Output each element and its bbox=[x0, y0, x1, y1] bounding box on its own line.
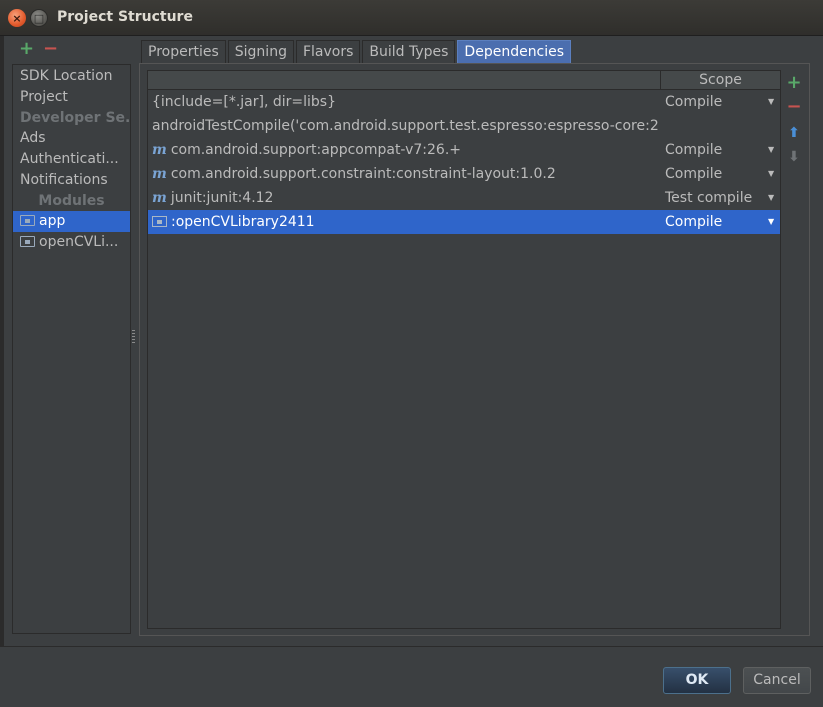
table-row[interactable]: m junit:junit:4.12 Test compile ▼ bbox=[148, 186, 780, 210]
sidebar-group-label: Modules bbox=[38, 193, 105, 209]
table-row[interactable]: m com.android.support:appcompat-v7:26.+ C… bbox=[148, 138, 780, 162]
sidebar-item-label: Authenticati... bbox=[20, 151, 119, 167]
sidebar-item-notifications[interactable]: Notifications bbox=[13, 170, 130, 191]
sidebar-item-sdk-location[interactable]: SDK Location bbox=[13, 66, 130, 87]
dependency-scope[interactable]: Compile bbox=[665, 210, 775, 234]
move-down-icon[interactable]: ⬇ bbox=[785, 148, 803, 166]
tab-dependencies[interactable]: Dependencies bbox=[457, 40, 572, 64]
chevron-down-icon[interactable]: ▼ bbox=[768, 162, 774, 186]
dependency-name: junit:junit:4.12 bbox=[170, 190, 274, 206]
maven-icon: m bbox=[152, 166, 167, 182]
tab-properties[interactable]: Properties bbox=[141, 40, 226, 64]
dependency-scope[interactable]: Compile bbox=[665, 90, 775, 114]
dependency-name: :openCVLibrary2411 bbox=[171, 214, 315, 230]
sidebar-item-project[interactable]: Project bbox=[13, 87, 130, 108]
sidebar-item-authentication[interactable]: Authenticati... bbox=[13, 149, 130, 170]
sidebar-group-label: Developer Se... bbox=[20, 110, 130, 126]
table-row[interactable]: m com.android.support.constraint:constrai… bbox=[148, 162, 780, 186]
tab-bar: Properties Signing Flavors Build Types D… bbox=[141, 40, 573, 64]
dependency-scope[interactable]: Test compile bbox=[665, 186, 775, 210]
sidebar-item-label: openCVLi... bbox=[39, 234, 119, 250]
dependency-name: androidTestCompile('com.android.support.… bbox=[152, 118, 660, 134]
module-icon bbox=[20, 236, 35, 247]
left-toolbar: + − bbox=[0, 36, 136, 64]
column-header-name[interactable] bbox=[148, 71, 661, 90]
dependency-name: {include=[*.jar], dir=libs} bbox=[152, 94, 336, 110]
sidebar-item-label: SDK Location bbox=[20, 68, 113, 84]
title-bar: × □ Project Structure bbox=[0, 0, 823, 36]
tab-signing[interactable]: Signing bbox=[227, 40, 294, 64]
sidebar-group-developer-services: Developer Se... bbox=[13, 108, 130, 129]
sidebar-item-app[interactable]: app bbox=[13, 211, 130, 232]
remove-module-icon[interactable]: − bbox=[43, 40, 58, 58]
chevron-down-icon[interactable]: ▼ bbox=[768, 138, 774, 162]
move-up-icon[interactable]: ⬆ bbox=[785, 124, 803, 142]
sidebar-item-opencv[interactable]: openCVLi... bbox=[13, 232, 130, 253]
sidebar-group-modules: Modules bbox=[13, 191, 130, 212]
column-header-scope[interactable]: Scope bbox=[661, 71, 780, 90]
dependency-name-cell: m com.android.support.constraint:constrai… bbox=[152, 162, 660, 186]
chevron-down-icon[interactable]: ▼ bbox=[768, 90, 774, 114]
sidebar-item-ads[interactable]: Ads bbox=[13, 128, 130, 149]
sidebar-list: SDK Location Project Developer Se... Ads… bbox=[12, 64, 131, 634]
window-title: Project Structure bbox=[57, 9, 193, 25]
add-dependency-icon[interactable]: + bbox=[785, 74, 803, 92]
cancel-button[interactable]: Cancel bbox=[743, 667, 811, 694]
module-icon bbox=[20, 215, 35, 226]
sidebar-item-label: Notifications bbox=[20, 172, 108, 188]
dependency-name-cell: :openCVLibrary2411 bbox=[152, 210, 660, 234]
table-row-selected[interactable]: :openCVLibrary2411 Compile ▼ bbox=[148, 210, 780, 234]
tab-flavors[interactable]: Flavors bbox=[295, 40, 361, 64]
dependency-name: com.android.support:appcompat-v7:26.+ bbox=[170, 142, 462, 158]
maximize-window-button[interactable]: □ bbox=[30, 9, 48, 27]
dependency-scope[interactable]: Compile bbox=[665, 162, 775, 186]
dependency-scope[interactable]: Compile bbox=[665, 138, 775, 162]
sidebar-item-label: app bbox=[39, 213, 66, 229]
sidebar-item-label: Project bbox=[20, 89, 68, 105]
maven-icon: m bbox=[152, 190, 167, 206]
dependency-name-cell: m com.android.support:appcompat-v7:26.+ bbox=[152, 138, 660, 162]
remove-dependency-icon[interactable]: − bbox=[785, 98, 803, 116]
add-module-icon[interactable]: + bbox=[19, 40, 34, 58]
chevron-down-icon[interactable]: ▼ bbox=[768, 186, 774, 210]
table-header: Scope bbox=[148, 71, 780, 90]
dependency-name-cell: m junit:junit:4.12 bbox=[152, 186, 660, 210]
table-row[interactable]: {include=[*.jar], dir=libs} Compile ▼ bbox=[148, 90, 780, 114]
dependency-name: com.android.support.constraint:constrain… bbox=[170, 166, 556, 182]
ok-button[interactable]: OK bbox=[663, 667, 731, 694]
dependencies-table: Scope {include=[*.jar], dir=libs} Compil… bbox=[147, 70, 781, 629]
splitter-handle[interactable] bbox=[132, 330, 135, 344]
module-icon bbox=[152, 216, 167, 227]
footer-divider bbox=[0, 646, 823, 647]
sidebar-item-label: Ads bbox=[20, 130, 46, 146]
left-edge bbox=[0, 36, 4, 646]
tab-build-types[interactable]: Build Types bbox=[362, 40, 456, 64]
maven-icon: m bbox=[152, 142, 167, 158]
chevron-down-icon[interactable]: ▼ bbox=[768, 210, 774, 234]
table-row[interactable]: androidTestCompile('com.android.support.… bbox=[148, 114, 780, 138]
close-window-button[interactable]: × bbox=[8, 9, 26, 27]
